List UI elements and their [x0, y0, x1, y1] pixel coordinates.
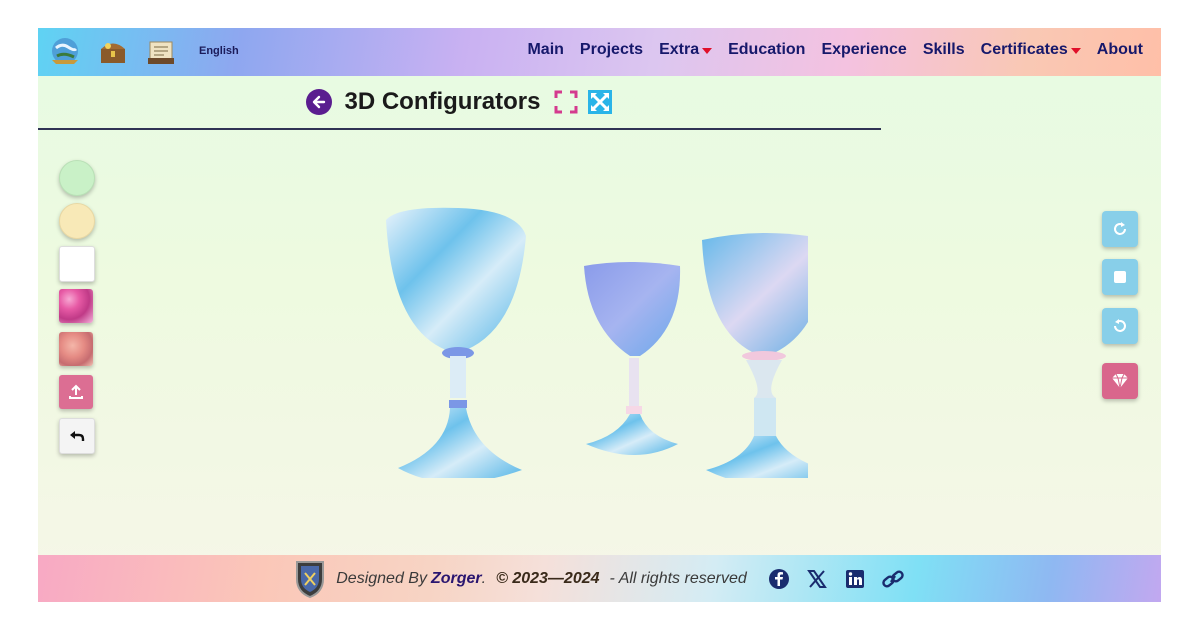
rotate-clockwise-button[interactable] [1102, 211, 1138, 247]
rotate-counterclockwise-button[interactable] [1102, 308, 1138, 344]
footer-content: Designed By Zorger. © 2023—2024 - All ri… [294, 559, 905, 599]
diamond-icon [1112, 373, 1128, 389]
nav-projects[interactable]: Projects [580, 41, 643, 59]
title-divider [38, 128, 881, 130]
nav-certificates[interactable]: Certificates [981, 41, 1081, 59]
chevron-down-icon [702, 48, 713, 54]
main-nav: Main Projects Extra Education Experience… [527, 41, 1143, 59]
fullscreen-corners-icon[interactable] [553, 89, 579, 115]
gem-button[interactable] [1102, 363, 1138, 399]
swatch-cream-yellow[interactable] [59, 203, 95, 239]
social-links [767, 567, 905, 591]
footer: Designed By Zorger. © 2023—2024 - All ri… [38, 555, 1161, 602]
nav-extra[interactable]: Extra [659, 41, 713, 59]
footer-period: . [481, 569, 487, 587]
scroll-book-icon[interactable] [144, 34, 178, 68]
globe-logo-icon[interactable] [48, 34, 82, 68]
nav-main[interactable]: Main [527, 41, 563, 59]
stop-button[interactable] [1102, 259, 1138, 295]
nav-education[interactable]: Education [728, 41, 805, 59]
upload-button[interactable] [59, 375, 93, 409]
page-title: 3D Configurators [344, 88, 541, 115]
goblet-left[interactable] [386, 207, 526, 478]
nav-skills-label: Skills [922, 41, 965, 58]
link-icon[interactable] [881, 567, 905, 591]
nav-projects-label: Projects [579, 41, 644, 58]
nav-extra-label: Extra [659, 41, 700, 58]
treasure-chest-icon[interactable] [96, 34, 130, 68]
nav-education-label: Education [728, 41, 806, 58]
nav-about-label: About [1096, 41, 1143, 58]
top-navigation-bar: English Main Projects Extra Education Ex… [38, 28, 1161, 76]
nav-certificates-label: Certificates [980, 41, 1068, 58]
swatch-mint-green[interactable] [59, 160, 95, 196]
swatch-pink-pattern[interactable] [59, 289, 93, 323]
3d-viewport[interactable] [378, 178, 808, 478]
expand-arrows-icon[interactable] [587, 89, 613, 115]
stop-square-icon [1114, 271, 1126, 283]
undo-arrow-icon [70, 431, 85, 441]
nav-main-label: Main [527, 41, 564, 58]
arrow-left-icon [313, 95, 326, 109]
rotate-ccw-icon [1114, 319, 1126, 332]
shield-crest-icon [296, 560, 325, 598]
facebook-icon[interactable] [767, 567, 791, 591]
nav-experience[interactable]: Experience [821, 41, 906, 59]
linkedin-icon[interactable] [843, 567, 867, 591]
page-title-row: 3D Configurators [38, 84, 881, 120]
back-button[interactable] [306, 89, 333, 115]
goblet-center[interactable] [584, 262, 681, 455]
swatch-white[interactable] [59, 246, 95, 282]
language-selector[interactable]: English [199, 45, 239, 57]
x-icon[interactable] [805, 567, 829, 591]
footer-designed-by: Designed By [336, 569, 427, 587]
swatch-rose-pattern[interactable] [59, 332, 93, 366]
upload-icon [69, 384, 83, 399]
footer-rights: - All rights reserved [609, 569, 747, 587]
nav-experience-label: Experience [821, 41, 907, 58]
footer-copyright: © 2023—2024 [496, 569, 600, 587]
footer-designer[interactable]: Zorger [431, 570, 482, 588]
app-frame: English Main Projects Extra Education Ex… [38, 28, 1161, 602]
chevron-down-icon [1070, 48, 1081, 54]
nav-skills[interactable]: Skills [923, 41, 965, 59]
rotate-cw-icon [1114, 222, 1126, 235]
goblet-right[interactable] [702, 233, 808, 478]
nav-about[interactable]: About [1097, 41, 1143, 59]
undo-button[interactable] [59, 418, 95, 454]
